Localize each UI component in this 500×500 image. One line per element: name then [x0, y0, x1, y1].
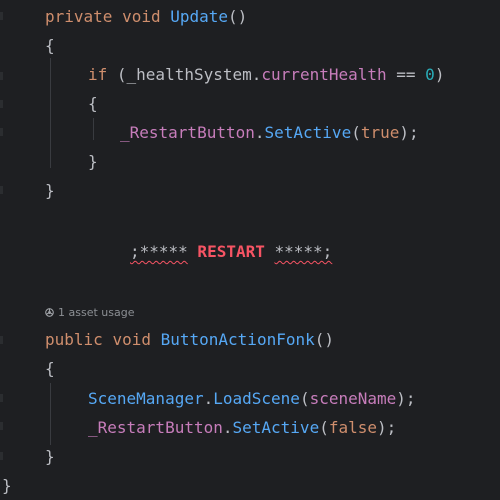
- gutter-marker: [0, 336, 3, 344]
- gutter-marker: [0, 452, 3, 460]
- dot: .: [203, 389, 214, 408]
- restart-prefix: ;*****: [130, 242, 188, 261]
- brace: }: [45, 447, 55, 466]
- code-line-open-brace[interactable]: {: [45, 34, 55, 58]
- code-line-restart-marker[interactable]: ;***** RESTART *****;: [130, 240, 332, 264]
- gutter-marker: [0, 186, 3, 194]
- brace: {: [45, 359, 55, 378]
- gutter-marker: [0, 12, 3, 20]
- method-name-update: Update: [170, 7, 229, 26]
- method-load-scene: LoadScene: [213, 389, 300, 408]
- method-set-active: SetActive: [232, 418, 320, 437]
- field-scene-name: sceneName: [309, 389, 397, 408]
- dot: .: [251, 65, 262, 84]
- code-editor[interactable]: private void Update() { if (_healthSyste…: [0, 0, 500, 500]
- code-line-open-brace[interactable]: {: [45, 357, 55, 381]
- indent-guide: [93, 118, 94, 140]
- indent-guide: [50, 383, 51, 445]
- paren-open: (: [319, 418, 329, 437]
- paren-open: (: [107, 65, 127, 84]
- keyword-private: private: [45, 7, 113, 26]
- code-line-set-active-true[interactable]: _RestartButton.SetActive(true);: [120, 121, 419, 145]
- asset-usage-hint[interactable]: 1 asset usage: [45, 306, 134, 320]
- code-line-load-scene[interactable]: SceneManager.LoadScene(sceneName);: [88, 387, 416, 411]
- field-current-health: currentHealth: [261, 65, 387, 84]
- brace: }: [45, 181, 55, 200]
- method-set-active: SetActive: [264, 123, 352, 142]
- paren-close: );: [377, 418, 397, 437]
- dot: .: [222, 418, 233, 437]
- keyword-void: void: [112, 330, 151, 349]
- paren-close: );: [396, 389, 416, 408]
- gutter-marker: [0, 72, 3, 80]
- field-restart-button: _RestartButton: [120, 123, 255, 142]
- field-restart-button: _RestartButton: [88, 418, 223, 437]
- keyword-false: false: [328, 418, 378, 437]
- code-line-if-health[interactable]: if (_healthSystem.currentHealth == 0): [88, 63, 444, 87]
- dot: .: [254, 123, 265, 142]
- class-scene-manager: SceneManager: [88, 389, 204, 408]
- brace: }: [2, 476, 12, 495]
- paren-close: ): [434, 65, 445, 84]
- gutter-marker: [0, 128, 3, 136]
- gutter-marker: [0, 100, 3, 108]
- code-line-set-active-false[interactable]: _RestartButton.SetActive(false);: [88, 416, 396, 440]
- unity-icon: [45, 308, 54, 317]
- brace: {: [45, 36, 55, 55]
- code-line-close-brace[interactable]: }: [45, 179, 55, 203]
- keyword-if: if: [88, 65, 108, 84]
- identifier-health-system: _healthSystem: [126, 65, 252, 84]
- code-line-close-brace[interactable]: }: [88, 150, 98, 174]
- brace: {: [88, 94, 98, 113]
- paren-open: (: [299, 389, 310, 408]
- code-line-open-brace[interactable]: {: [88, 92, 98, 116]
- keyword-void: void: [122, 7, 161, 26]
- number-literal: 0: [425, 65, 435, 84]
- hint-text: 1 asset usage: [58, 306, 135, 319]
- gutter-marker: [0, 394, 3, 402]
- code-line-close-brace[interactable]: }: [45, 445, 55, 469]
- code-line-update-signature[interactable]: private void Update(): [45, 5, 247, 29]
- restart-word: RESTART: [187, 242, 275, 261]
- brace: }: [88, 152, 98, 171]
- code-line-button-action-signature[interactable]: public void ButtonActionFonk(): [45, 328, 334, 352]
- parens: (): [314, 330, 334, 349]
- keyword-true: true: [360, 123, 400, 142]
- method-name-button-action: ButtonActionFonk: [160, 330, 315, 349]
- indent-guide: [50, 58, 51, 168]
- gutter-marker: [0, 422, 3, 430]
- keyword-public: public: [45, 330, 103, 349]
- restart-suffix: *****;: [274, 242, 333, 261]
- code-line-close-brace[interactable]: }: [2, 474, 12, 498]
- operator-equals: ==: [386, 65, 426, 84]
- parens: (): [228, 7, 248, 26]
- paren-close: );: [399, 123, 419, 142]
- paren-open: (: [351, 123, 361, 142]
